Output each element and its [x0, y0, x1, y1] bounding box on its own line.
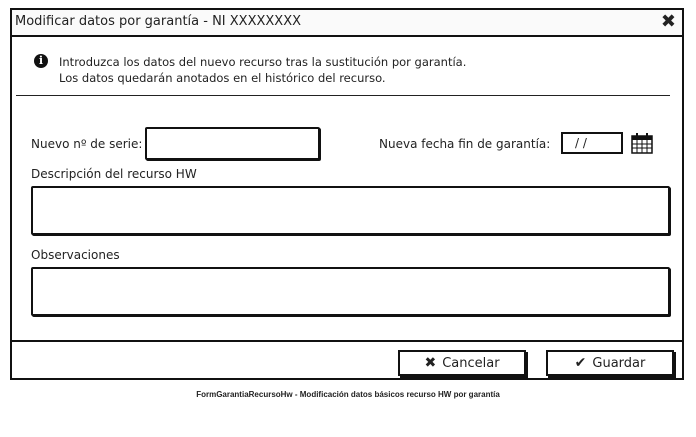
warranty-end-label: Nueva fecha fin de garantía:	[379, 137, 551, 151]
divider	[16, 95, 670, 96]
save-label: Guardar	[592, 355, 646, 371]
serial-label: Nuevo nº de serie:	[31, 137, 143, 151]
observations-textarea[interactable]	[31, 267, 670, 316]
dialog-titlebar: Modificar datos por garantía - NI XXXXXX…	[12, 10, 682, 37]
footer-divider	[12, 340, 682, 342]
info-text-line-2: Los datos quedarán anotados en el histór…	[59, 71, 386, 85]
dialog-title: Modificar datos por garantía - NI XXXXXX…	[15, 14, 302, 29]
save-button[interactable]: ✔ Guardar	[546, 350, 674, 376]
info-icon: i	[34, 54, 48, 68]
form-caption: FormGarantiaRecursoHw - Modificación dat…	[196, 390, 500, 399]
cancel-icon: ✖	[424, 355, 437, 371]
info-text-line-1: Introduzca los datos del nuevo recurso t…	[59, 55, 467, 69]
description-textarea[interactable]	[31, 186, 670, 235]
cancel-label: Cancelar	[442, 355, 500, 371]
description-label: Descripción del recurso HW	[31, 167, 197, 181]
calendar-icon[interactable]	[631, 132, 653, 154]
warranty-dialog: Modificar datos por garantía - NI XXXXXX…	[10, 8, 684, 380]
warranty-end-date-input[interactable]: / /	[561, 132, 623, 154]
serial-input[interactable]	[145, 127, 320, 160]
close-icon[interactable]: ✖	[661, 11, 676, 32]
cancel-button[interactable]: ✖ Cancelar	[398, 350, 526, 376]
observations-label: Observaciones	[31, 248, 120, 262]
check-icon: ✔	[574, 355, 587, 371]
